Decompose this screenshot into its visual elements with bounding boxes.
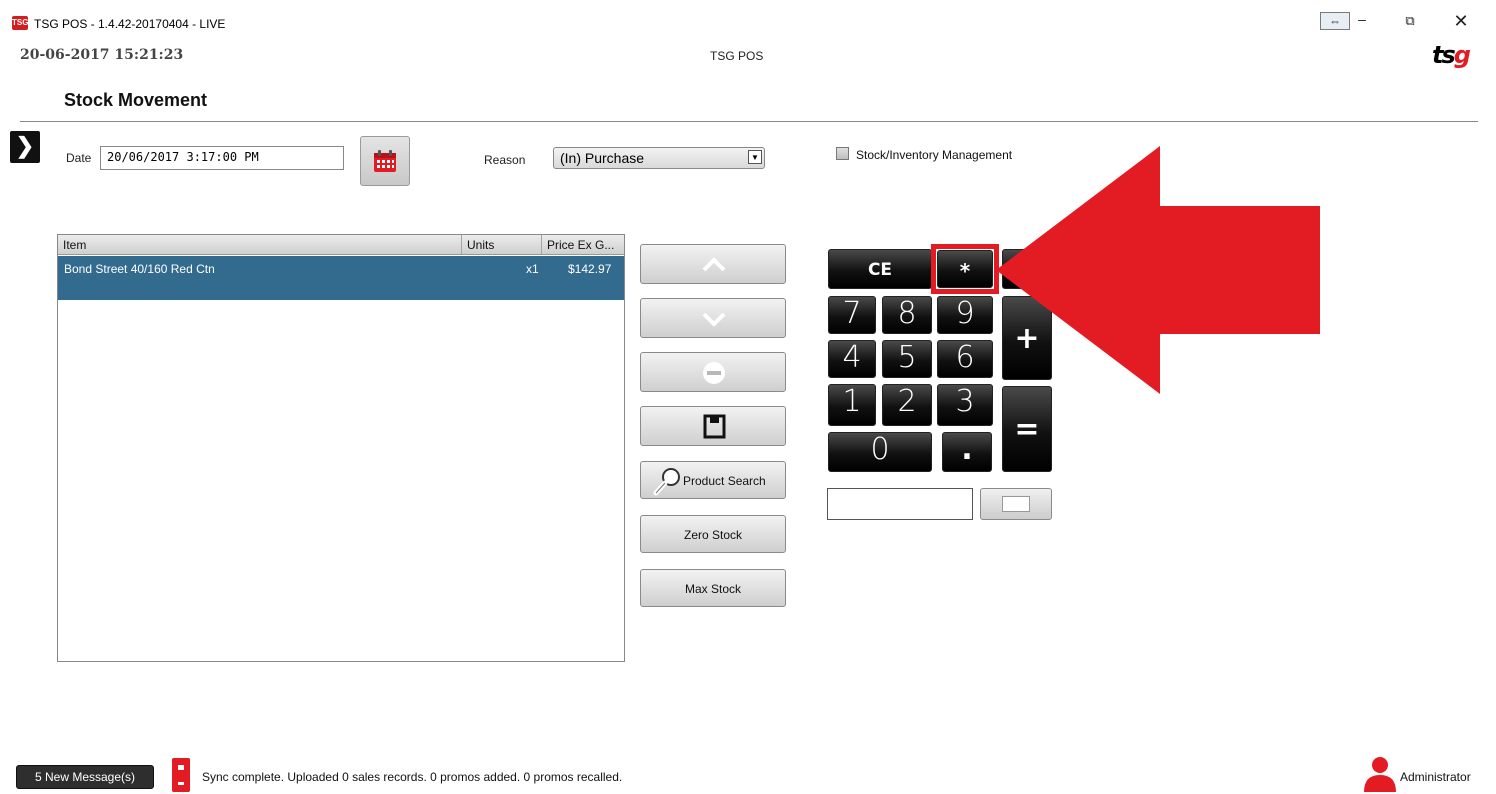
- move-down-button[interactable]: [640, 298, 786, 338]
- keypad-dot-button[interactable]: .: [942, 432, 992, 472]
- table-row[interactable]: Bond Street 40/160 Red Ctn x1 $142.97: [58, 256, 624, 300]
- arrow-left-icon: [996, 146, 1320, 394]
- max-stock-button[interactable]: Max Stock: [640, 569, 786, 607]
- brand-logo-accent: g: [1453, 41, 1471, 69]
- save-button[interactable]: [640, 406, 786, 446]
- messages-button[interactable]: 5 New Message(s): [16, 765, 154, 789]
- search-icon: [653, 468, 680, 496]
- minimize-button[interactable]: –: [1352, 10, 1372, 30]
- keypad-9-button[interactable]: 9: [937, 296, 993, 334]
- keypad-3-button[interactable]: 3: [937, 384, 993, 426]
- save-icon: [703, 414, 726, 439]
- window-title: TSG POS - 1.4.42-20170404 - LIVE: [34, 17, 226, 31]
- reason-select[interactable]: (In) Purchase: [553, 147, 765, 169]
- date-field[interactable]: 20/06/2017 3:17:00 PM: [100, 146, 344, 170]
- title-divider: [20, 121, 1478, 122]
- chevron-down-icon[interactable]: ▼: [748, 150, 762, 164]
- column-header-units[interactable]: Units: [462, 235, 542, 255]
- keypad-5-button[interactable]: 5: [882, 340, 932, 378]
- cell-item: Bond Street 40/160 Red Ctn: [64, 262, 215, 276]
- brand-logo-main: ts: [1432, 41, 1456, 69]
- keypad-0-button[interactable]: 0: [828, 432, 932, 472]
- page-title: Stock Movement: [64, 90, 208, 110]
- sync-status-icon: [172, 758, 190, 792]
- app-logo-icon: TSG: [12, 16, 28, 30]
- resize-toggle-button[interactable]: ⇔: [1320, 12, 1350, 30]
- remove-item-button[interactable]: [640, 352, 786, 392]
- sidebar-toggle-icon[interactable]: ❯│: [10, 131, 40, 188]
- close-button[interactable]: ✕: [1450, 10, 1472, 32]
- app-name: TSG POS: [710, 49, 764, 63]
- maximize-button[interactable]: ⧉: [1400, 12, 1420, 32]
- keypad-input[interactable]: [827, 488, 973, 520]
- calendar-icon: [374, 150, 396, 172]
- reason-label: Reason: [484, 153, 526, 167]
- chevron-down-icon: [702, 312, 726, 327]
- cell-price: $142.97: [568, 262, 612, 276]
- highlight-box: [931, 244, 999, 294]
- move-up-button[interactable]: [640, 244, 786, 284]
- cell-units: x1: [526, 262, 539, 276]
- user-icon: [1364, 757, 1396, 792]
- chevron-up-icon: [702, 257, 726, 272]
- product-search-label: Product Search: [683, 474, 766, 488]
- item-table: Item Units Price Ex G... Bond Street 40/…: [57, 234, 625, 662]
- keypad-7-button[interactable]: 7: [828, 296, 876, 334]
- keypad-equals-button[interactable]: =: [1002, 386, 1052, 472]
- date-label: Date: [66, 151, 92, 165]
- zero-stock-button[interactable]: Zero Stock: [640, 515, 786, 553]
- keyboard-icon: [1002, 496, 1030, 512]
- column-header-item[interactable]: Item: [58, 235, 462, 255]
- keypad-4-button[interactable]: 4: [828, 340, 876, 378]
- brand-logo: tsg: [1432, 41, 1471, 69]
- sync-status-text: Sync complete. Uploaded 0 sales records.…: [202, 770, 623, 784]
- user-name: Administrator: [1400, 770, 1471, 784]
- keypad-1-button[interactable]: 1: [828, 384, 876, 426]
- current-datetime: 20-06-2017 15:21:23: [20, 47, 184, 63]
- keypad-6-button[interactable]: 6: [937, 340, 993, 378]
- stock-management-label: Stock/Inventory Management: [856, 148, 1013, 162]
- column-header-price[interactable]: Price Ex G...: [542, 235, 624, 255]
- keypad-2-button[interactable]: 2: [882, 384, 932, 426]
- product-search-button[interactable]: Product Search: [640, 461, 786, 499]
- minus-circle-icon: [703, 362, 725, 384]
- stock-management-checkbox[interactable]: [836, 147, 849, 160]
- keypad-8-button[interactable]: 8: [882, 296, 932, 334]
- keypad-clear-button[interactable]: CE: [828, 249, 932, 289]
